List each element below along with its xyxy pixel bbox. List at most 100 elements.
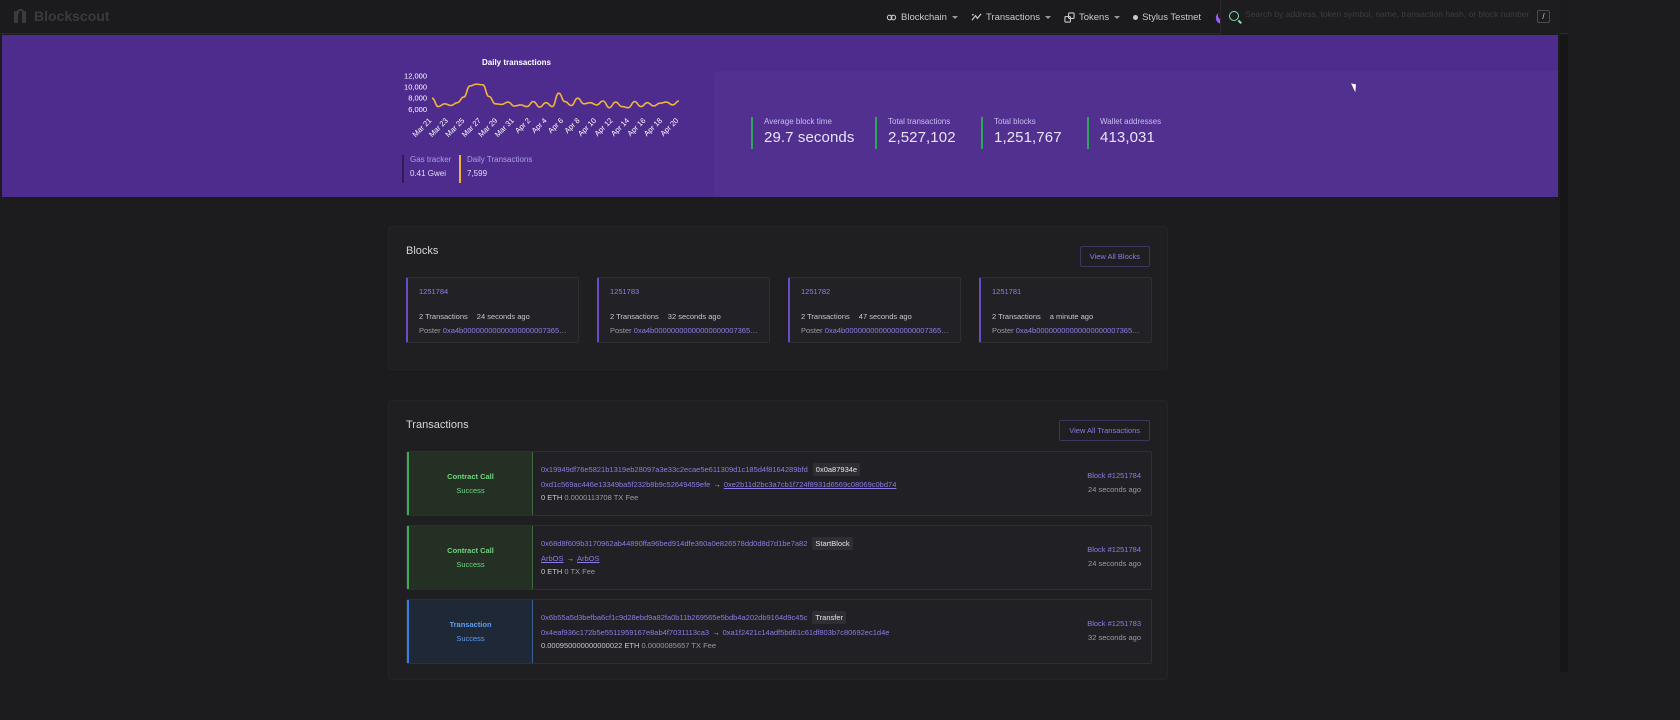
block-tx-count: 2 Transactions xyxy=(801,312,850,321)
tx-hash-link[interactable]: 0x19949df76e5821b1319eb28097a3e33c2ecae5… xyxy=(541,465,808,474)
tx-age: 24 seconds ago xyxy=(1088,485,1141,494)
tx-status-badge: Contract Call Success xyxy=(407,452,533,515)
tx-from-link[interactable]: 0xd1c569ac446e13349ba5f232b8b9c52649459e… xyxy=(541,480,710,489)
block-meta: 2 Transactions 47 seconds ago xyxy=(801,312,921,321)
tx-hash-line: 0x68d8f609b3170962ab44890ffa96bed914dfe3… xyxy=(541,537,853,550)
page-scrollbar[interactable] xyxy=(1560,35,1568,672)
block-tile[interactable]: 1251781 2 Transactions a minute ago Poste… xyxy=(979,277,1152,343)
tx-value: 0 ETH xyxy=(541,493,563,502)
transaction-row: Transaction Success 0x6b55a5d3befba6cf1c… xyxy=(406,599,1152,664)
y-tick-label: 10,000 xyxy=(404,83,427,92)
gas-tracker[interactable]: Gas tracker 0.41 Gwei xyxy=(402,155,451,183)
nav-tokens[interactable]: Tokens xyxy=(1064,12,1121,23)
tx-block-link[interactable]: Block #1251783 xyxy=(1087,619,1141,628)
logo-text: Blockscout xyxy=(34,8,110,24)
block-meta: 2 Transactions a minute ago xyxy=(992,312,1102,321)
blocks-section: Blocks View All Blocks 1251784 2 Transac… xyxy=(388,226,1168,370)
x-tick-label: Apr 6 xyxy=(546,116,565,135)
daily-transactions-label: Daily Transactions xyxy=(467,155,533,164)
stat-total-transactions: Total transactions 2,527,102 xyxy=(875,117,956,149)
poster-address-link[interactable]: 0xa4b000000000000000000073657175656e6365… xyxy=(1016,326,1142,335)
tx-value: 0.000950000000000022 ETH xyxy=(541,641,640,650)
stat-label: Total blocks xyxy=(994,117,1036,126)
poster-label: Poster xyxy=(992,326,1014,335)
tx-status-badge: Contract Call Success xyxy=(407,526,533,589)
stat-value: 1,251,767 xyxy=(994,129,1062,146)
tx-hash-link[interactable]: 0x6b55a5d3befba6cf1c9d28ebd9a82fa0b11b26… xyxy=(541,613,807,622)
tx-to-link[interactable]: 0xa1f2421c14adf5bd61c61df803b7c80692ec1d… xyxy=(723,628,890,637)
blockscout-logo[interactable]: Blockscout xyxy=(14,8,109,24)
poster-label: Poster xyxy=(610,326,632,335)
block-meta: 2 Transactions 32 seconds ago xyxy=(610,312,730,321)
tx-method-badge: Transfer xyxy=(812,611,847,624)
stat-label: Average block time xyxy=(764,117,832,126)
gas-tracker-value: 0.41 Gwei xyxy=(410,169,447,178)
network-selector[interactable]: Stylus Testnet xyxy=(1133,12,1201,23)
tx-type: Contract Call xyxy=(447,546,494,555)
tx-value: 0 ETH xyxy=(541,567,563,576)
block-poster: Poster 0xa4b0000000000000000000736571756… xyxy=(801,326,951,335)
tx-to-link[interactable]: ArbOS xyxy=(577,554,600,563)
transactions-section: Transactions View All Transactions Contr… xyxy=(388,400,1168,680)
block-tx-count: 2 Transactions xyxy=(419,312,468,321)
block-tile[interactable]: 1251783 2 Transactions 32 seconds ago Pos… xyxy=(597,277,770,343)
poster-address-link[interactable]: 0xa4b000000000000000000073657175656e6365… xyxy=(634,326,760,335)
block-poster: Poster 0xa4b0000000000000000000736571756… xyxy=(610,326,760,335)
block-age: 32 seconds ago xyxy=(667,312,721,321)
network-name: Stylus Testnet xyxy=(1142,11,1202,23)
nav-blockchain[interactable]: Blockchain xyxy=(886,12,958,23)
search-input[interactable] xyxy=(1245,9,1535,19)
block-tx-count: 2 Transactions xyxy=(992,312,1041,321)
poster-address-link[interactable]: 0xa4b000000000000000000073657175656e6365… xyxy=(825,326,951,335)
main-nav: Blockchain Transactions Tokens Stylus Te… xyxy=(886,0,1240,34)
tx-block-link[interactable]: Block #1251784 xyxy=(1087,471,1141,480)
transaction-row: Contract Call Success 0x68d8f609b3170962… xyxy=(406,525,1152,590)
block-age: 47 seconds ago xyxy=(858,312,912,321)
tx-fee: 0 TX Fee xyxy=(564,567,596,576)
tx-status-badge: Transaction Success xyxy=(407,600,533,663)
tx-value-line: 0 ETH 0.0000113708 TX Fee xyxy=(541,493,638,502)
transaction-row: Contract Call Success 0x19949df76e5821b1… xyxy=(406,451,1152,516)
tx-to-link[interactable]: 0xe2b11d2bc3a7cb1f724f8931d6569c08069c0b… xyxy=(724,480,897,489)
stat-value: 413,031 xyxy=(1100,129,1155,146)
poster-address-link[interactable]: 0xa4b000000000000000000073657175656e6365… xyxy=(443,326,569,335)
tx-hash-link[interactable]: 0x68d8f609b3170962ab44890ffa96bed914dfe3… xyxy=(541,539,807,548)
tx-fee: 0.0000113708 TX Fee xyxy=(564,493,639,502)
nav-blockchain-label: Blockchain xyxy=(901,11,947,23)
block-tile[interactable]: 1251782 2 Transactions 47 seconds ago Pos… xyxy=(788,277,961,343)
tx-value-line: 0.000950000000000022 ETH 0.0000085657 TX… xyxy=(541,641,716,650)
y-tick-label: 8,000 xyxy=(408,94,427,103)
stat-wallet-addresses: Wallet addresses 413,031 xyxy=(1087,117,1161,149)
block-number-link[interactable]: 1251784 xyxy=(419,287,448,296)
view-all-transactions-button[interactable]: View All Transactions xyxy=(1059,420,1150,441)
arrow-right-icon: → xyxy=(712,628,720,637)
block-number-link[interactable]: 1251782 xyxy=(801,287,830,296)
tx-from-to: ArbOS → ArbOS xyxy=(541,554,600,563)
tx-from-link[interactable]: ArbOS xyxy=(541,554,564,563)
tx-status: Success xyxy=(456,486,485,495)
chevron-down-icon xyxy=(951,15,958,19)
tx-from-link[interactable]: 0x4eaf936c172b5e5511959167e8ab4f7031113c… xyxy=(541,628,709,637)
tx-age: 24 seconds ago xyxy=(1088,559,1141,568)
stat-label: Wallet addresses xyxy=(1100,117,1162,126)
x-tick-label: Apr 20 xyxy=(658,116,680,138)
block-number-link[interactable]: 1251781 xyxy=(992,287,1021,296)
block-tile[interactable]: 1251784 2 Transactions 24 seconds ago Pos… xyxy=(406,277,579,343)
arrow-right-icon: → xyxy=(713,480,721,489)
top-navbar: Blockscout Blockchain Transactions Token… xyxy=(0,0,1568,34)
daily-transactions-chart: 12,00010,0008,0006,000Mar 21Mar 23Mar 25… xyxy=(404,71,680,139)
tx-type: Transaction xyxy=(449,620,492,629)
daily-transactions-stat: Daily Transactions 7,599 xyxy=(459,155,532,183)
block-poster: Poster 0xa4b0000000000000000000736571756… xyxy=(992,326,1142,335)
tx-block-link[interactable]: Block #1251784 xyxy=(1087,545,1141,554)
nav-transactions[interactable]: Transactions xyxy=(971,12,1051,23)
search-shortcut-key: / xyxy=(1537,10,1550,23)
arrow-right-icon: → xyxy=(566,554,575,563)
search-bar: / xyxy=(1220,0,1560,34)
tx-type: Contract Call xyxy=(447,472,494,481)
tx-value-line: 0 ETH 0 TX Fee xyxy=(541,567,595,576)
stats-hero: Daily transactions 12,000 10,000 8,000 6,00… xyxy=(2,35,1558,197)
view-all-blocks-button[interactable]: View All Blocks xyxy=(1079,246,1150,267)
tx-method-badge: StartBlock xyxy=(812,537,853,550)
block-number-link[interactable]: 1251783 xyxy=(610,287,639,296)
